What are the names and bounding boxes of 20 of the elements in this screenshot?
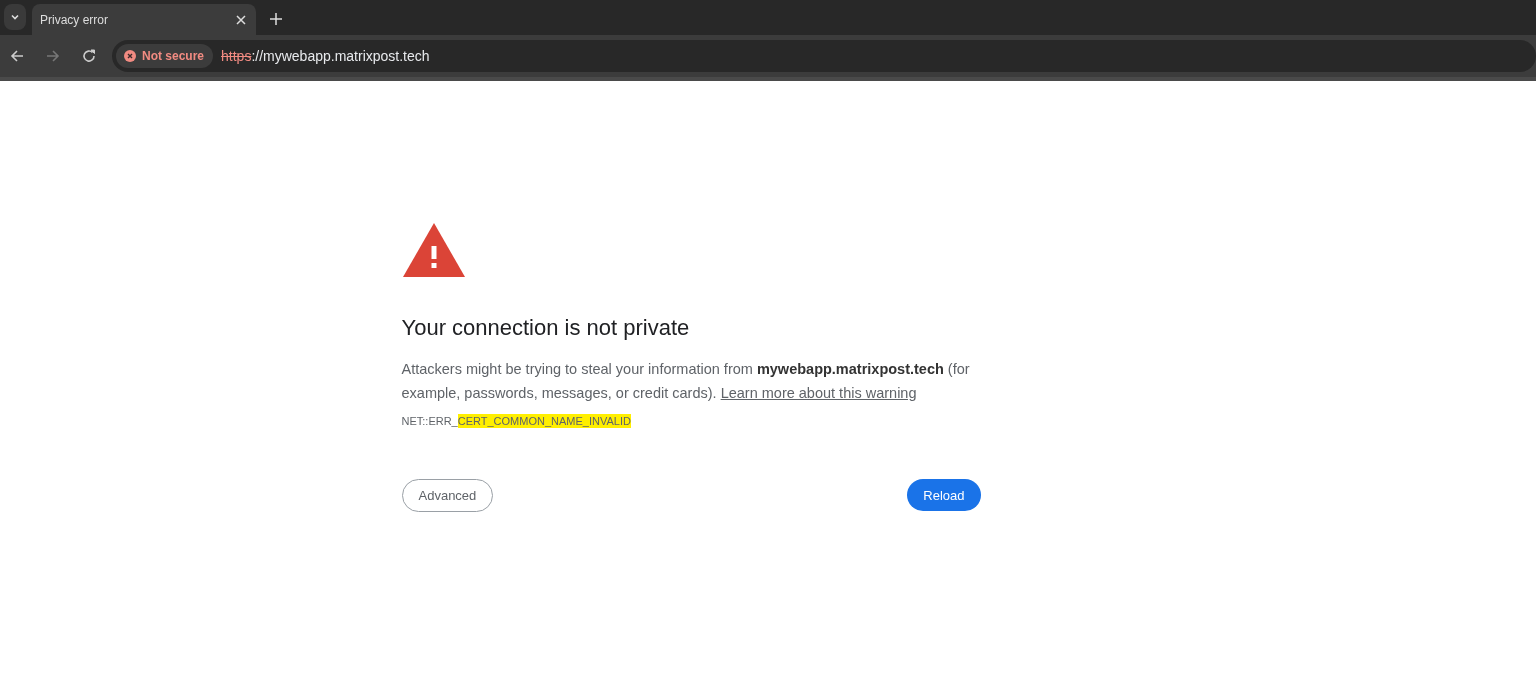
new-tab-icon[interactable] bbox=[270, 13, 282, 25]
close-icon[interactable] bbox=[236, 14, 246, 25]
url-text: https://mywebapp.matrixpost.tech bbox=[221, 48, 430, 64]
advanced-button[interactable]: Advanced bbox=[401, 479, 494, 512]
not-secure-chip[interactable]: Not secure bbox=[116, 44, 214, 68]
browser-tab[interactable]: Privacy error bbox=[32, 4, 256, 35]
error-circle-icon bbox=[124, 50, 136, 62]
reload-button[interactable]: Reload bbox=[907, 479, 981, 511]
back-arrow-icon[interactable] bbox=[10, 49, 24, 63]
warning-icon bbox=[401, 222, 466, 278]
page-heading: Your connection is not private bbox=[401, 315, 691, 341]
tab-title: Privacy error bbox=[40, 12, 108, 27]
tab-search-button[interactable] bbox=[4, 4, 26, 30]
reload-icon[interactable] bbox=[82, 49, 96, 63]
security-label: Not secure bbox=[142, 49, 205, 63]
forward-arrow-icon[interactable] bbox=[46, 49, 60, 63]
warning-message: Attackers might be trying to steal your information from mywebapp.matrixpost.tech (for example, passwords, messages, or credit cards). Learn more about this warning bbox=[401, 360, 971, 403]
address-bar[interactable]: Not secure https://mywebapp.matrixpost.tech bbox=[112, 40, 1536, 72]
chevron-down-icon bbox=[10, 12, 20, 22]
learn-more-link[interactable]: Learn more about this warning bbox=[720, 385, 917, 401]
